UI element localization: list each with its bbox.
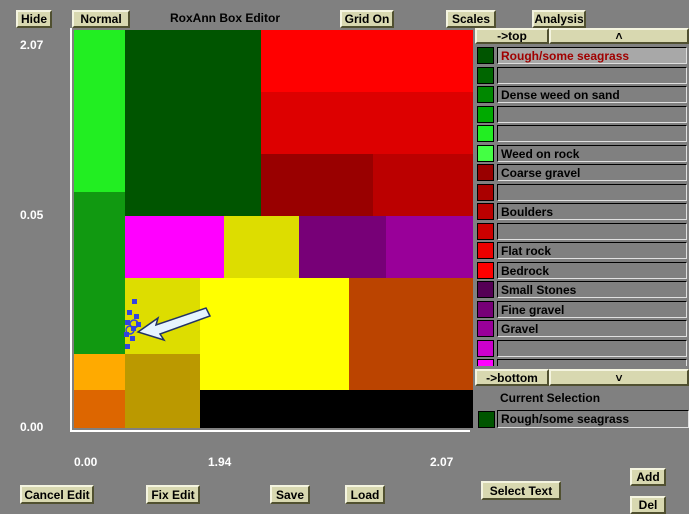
color-swatch[interactable]: [477, 222, 494, 240]
list-item-field[interactable]: Small Stones: [497, 281, 687, 298]
scroll-down-button[interactable]: ˅: [549, 369, 689, 386]
current-selection-heading: Current Selection: [500, 391, 601, 405]
color-swatch[interactable]: [477, 164, 494, 181]
list-item-field[interactable]: [497, 105, 687, 123]
list-item[interactable]: [475, 66, 689, 86]
color-swatch[interactable]: [477, 320, 494, 337]
scroll-top-button[interactable]: ->top: [475, 28, 549, 44]
list-item-field[interactable]: Boulders: [497, 203, 687, 220]
color-swatch[interactable]: [477, 47, 494, 64]
x-axis-left-label: 0.00: [74, 455, 98, 469]
list-item-label: Rough/some seagrass: [501, 49, 630, 63]
scroll-up-button[interactable]: ˄: [549, 28, 689, 44]
list-item-field[interactable]: [497, 183, 687, 201]
list-item[interactable]: Dense weed on sand: [475, 85, 689, 105]
list-item[interactable]: Weed on rock: [475, 144, 689, 164]
select-text-button[interactable]: Select Text: [481, 481, 561, 500]
x-axis-mid-label: 1.94: [208, 455, 232, 469]
color-swatch[interactable]: [477, 339, 494, 357]
y-axis-bottom-label: 0.00: [20, 420, 44, 434]
y-axis-mid-label: 0.05: [20, 208, 44, 222]
normal-button[interactable]: Normal: [72, 10, 130, 28]
color-swatch[interactable]: [477, 144, 494, 162]
load-button[interactable]: Load: [345, 485, 385, 504]
x-axis-right-label: 2.07: [430, 455, 454, 469]
add-button[interactable]: Add: [630, 468, 666, 486]
hide-button[interactable]: Hide: [16, 10, 52, 28]
list-item[interactable]: [475, 183, 689, 203]
color-swatch[interactable]: [477, 300, 494, 318]
color-swatch[interactable]: [477, 105, 494, 123]
list-item[interactable]: [475, 124, 689, 144]
current-selection-label: Rough/some seagrass: [501, 412, 630, 426]
list-item[interactable]: Small Stones: [475, 280, 689, 300]
color-swatch[interactable]: [477, 66, 494, 84]
class-list[interactable]: Rough/some seagrass Dense weed on sand Wee…: [475, 46, 689, 366]
window-title: RoxAnn Box Editor: [170, 11, 280, 25]
list-item-label: Weed on rock: [501, 146, 580, 161]
list-item-label: Coarse gravel: [501, 166, 581, 180]
cancel-edit-button[interactable]: Cancel Edit: [20, 485, 94, 504]
current-selection-field: Rough/some seagrass: [497, 410, 689, 428]
del-button[interactable]: Del: [630, 496, 666, 514]
color-swatch[interactable]: [477, 242, 494, 259]
list-item-label: Small Stones: [501, 283, 577, 297]
pointer-arrow: [136, 307, 212, 342]
list-item[interactable]: Bedrock: [475, 261, 689, 281]
list-item[interactable]: [475, 222, 689, 242]
color-swatch[interactable]: [477, 281, 494, 298]
list-item-field[interactable]: Fine gravel: [497, 300, 687, 318]
list-item-label: Bedrock: [501, 263, 550, 278]
fix-edit-button[interactable]: Fix Edit: [146, 485, 200, 504]
list-item-field[interactable]: Rough/some seagrass: [497, 47, 687, 64]
list-item-field[interactable]: [497, 359, 687, 366]
list-item[interactable]: Rough/some seagrass: [475, 46, 689, 66]
list-item-field[interactable]: Coarse gravel: [497, 164, 687, 181]
list-item[interactable]: Gravel: [475, 319, 689, 339]
y-axis-top-label: 2.07: [20, 38, 44, 52]
analysis-button[interactable]: Analysis: [532, 10, 586, 28]
color-swatch[interactable]: [477, 261, 494, 279]
scales-button[interactable]: Scales: [446, 10, 496, 28]
list-item-field[interactable]: Weed on rock: [497, 144, 687, 162]
list-item[interactable]: [475, 105, 689, 125]
color-swatch[interactable]: [477, 359, 494, 366]
list-item[interactable]: [475, 339, 689, 359]
scroll-bottom-button[interactable]: ->bottom: [475, 369, 549, 386]
list-item-label: Boulders: [501, 205, 554, 219]
color-swatch[interactable]: [477, 203, 494, 220]
list-item[interactable]: [475, 358, 689, 366]
list-item[interactable]: Boulders: [475, 202, 689, 222]
list-item-field[interactable]: [497, 339, 687, 357]
list-item[interactable]: Flat rock: [475, 241, 689, 261]
list-item-field[interactable]: Flat rock: [497, 242, 687, 259]
box-editor-plot[interactable]: [70, 28, 473, 432]
color-swatch[interactable]: [477, 183, 494, 201]
list-item-field[interactable]: [497, 222, 687, 240]
list-item-field[interactable]: Gravel: [497, 320, 687, 337]
list-item[interactable]: Fine gravel: [475, 300, 689, 320]
grid-toggle-button[interactable]: Grid On: [340, 10, 394, 28]
list-item-field[interactable]: Bedrock: [497, 261, 687, 279]
list-item-field[interactable]: [497, 125, 687, 142]
list-item[interactable]: Coarse gravel: [475, 163, 689, 183]
current-selection-swatch: [478, 411, 495, 428]
color-swatch[interactable]: [477, 125, 494, 142]
list-item-field[interactable]: Dense weed on sand: [497, 86, 687, 103]
data-points-overlay: [124, 299, 212, 349]
list-item-label: Gravel: [501, 322, 539, 336]
color-swatch[interactable]: [477, 86, 494, 103]
list-item-label: Flat rock: [501, 244, 552, 258]
data-point-cluster: [124, 299, 141, 349]
save-button[interactable]: Save: [270, 485, 310, 504]
list-item-field[interactable]: [497, 66, 687, 84]
list-item-label: Dense weed on sand: [501, 88, 620, 102]
list-item-label: Fine gravel: [501, 302, 565, 317]
